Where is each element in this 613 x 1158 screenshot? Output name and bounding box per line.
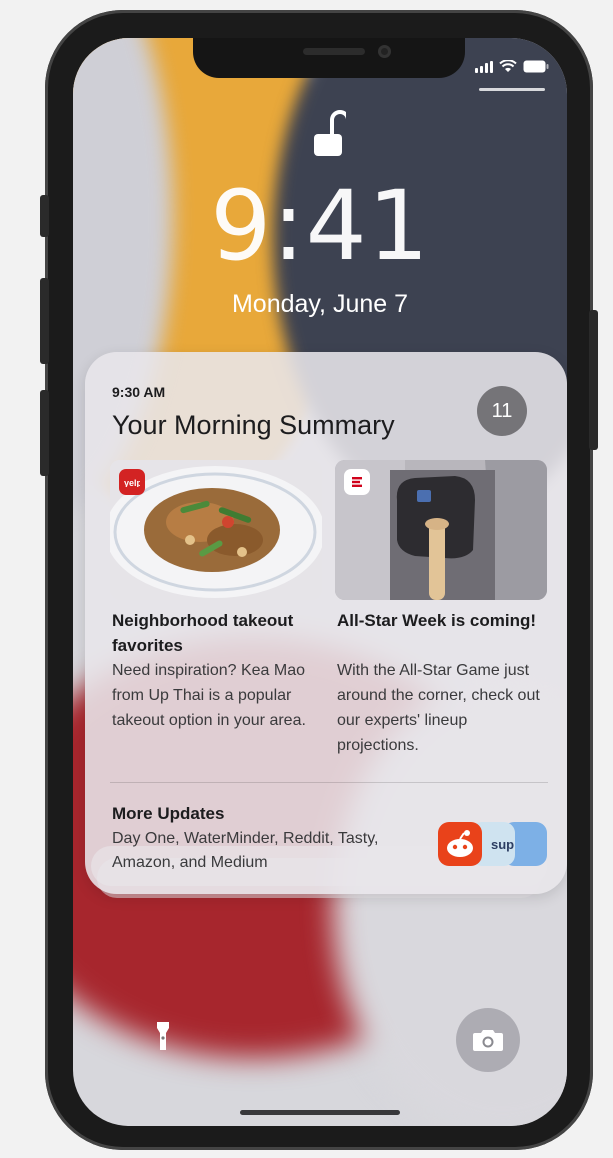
mute-switch: [40, 195, 49, 237]
flashlight-icon: [157, 1022, 169, 1050]
story-headline: All-Star Week is coming!: [337, 611, 537, 630]
more-updates-apps: Day One, WaterMinder, Reddit, Tasty, Ama…: [112, 830, 379, 871]
side-button: [589, 310, 598, 450]
lock-screen: 9:41 Monday, June 7 9:30 AM Your Morning…: [73, 38, 567, 1126]
notch: [193, 38, 465, 78]
front-camera: [378, 45, 391, 58]
summary-time: 9:30 AM: [112, 384, 166, 400]
volume-up-button: [40, 278, 49, 364]
svg-text:yelp: yelp: [124, 478, 140, 487]
earpiece-speaker: [303, 48, 365, 55]
flashlight-button[interactable]: [131, 1004, 195, 1068]
story-image-baseball-player-bat[interactable]: [335, 460, 547, 600]
camera-button[interactable]: [456, 1008, 520, 1072]
summary-divider: [110, 782, 548, 783]
story-body: With the All-Star Game just around the c…: [337, 662, 540, 754]
home-indicator[interactable]: [240, 1110, 400, 1115]
wifi-icon: [499, 60, 517, 72]
lock-screen-date: Monday, June 7: [231, 290, 409, 318]
yelp-icon: yelp: [119, 469, 145, 495]
story-body: Need inspiration? Kea Mao from Up Thai i…: [112, 662, 306, 729]
reddit-icon: [438, 822, 482, 866]
more-updates-heading: More Updates: [112, 804, 225, 823]
notification-summary-card[interactable]: 9:30 AM Your Morning Summary 11 yelp Nei…: [85, 352, 567, 894]
cellular-signal-icon: [475, 61, 493, 73]
status-indicator-line: [479, 88, 545, 91]
lock-screen-time: 9:41: [210, 170, 430, 282]
notification-count-badge[interactable]: 11: [477, 386, 527, 436]
story-image-thai-noodle-dish[interactable]: yelp: [110, 460, 322, 600]
volume-down-button: [40, 390, 49, 476]
summary-title: Your Morning Summary: [112, 410, 395, 440]
battery-icon: [523, 60, 549, 73]
svg-text:sup: sup: [491, 837, 514, 852]
camera-icon: [473, 1030, 503, 1051]
unlocked-icon: [314, 110, 346, 156]
status-bar: [475, 60, 549, 73]
espn-icon: [344, 469, 370, 495]
story-headline: Neighborhood takeout favorites: [112, 611, 294, 655]
